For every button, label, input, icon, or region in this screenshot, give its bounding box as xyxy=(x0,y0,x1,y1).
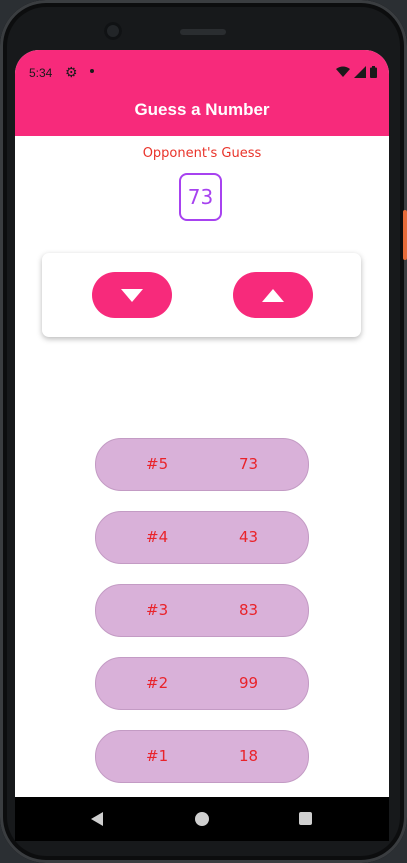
app-title: Guess a Number xyxy=(134,100,270,119)
guess-round-number: #4 xyxy=(146,528,169,546)
status-icons xyxy=(336,66,377,78)
guess-round-number: #1 xyxy=(146,747,169,765)
guess-log-item: #5 73 xyxy=(95,438,309,491)
guess-log-item: #1 18 xyxy=(95,730,309,783)
opponent-guess-value: 73 xyxy=(179,173,222,221)
guess-log-item: #3 83 xyxy=(95,584,309,637)
guess-log-item: #4 43 xyxy=(95,511,309,564)
guess-round-value: 73 xyxy=(239,455,259,473)
opponent-guess-label: Opponent's Guess xyxy=(142,146,262,161)
wifi-icon xyxy=(336,66,350,77)
hint-controls-card xyxy=(42,253,361,337)
lower-button[interactable] xyxy=(92,272,172,318)
guess-round-number: #3 xyxy=(146,601,169,619)
battery-icon xyxy=(370,66,377,78)
opponent-guess-number: 73 xyxy=(187,185,214,209)
triangle-down-icon xyxy=(121,288,143,302)
phone-frame: 5:34 ⚙ Guess a Number Opponent's Guess 7… xyxy=(0,0,407,863)
home-icon[interactable] xyxy=(195,812,209,826)
guess-round-value: 83 xyxy=(239,601,259,619)
system-nav-bar xyxy=(15,797,389,841)
back-icon[interactable] xyxy=(91,812,103,826)
triangle-up-icon xyxy=(262,288,284,302)
settings-gear-icon: ⚙ xyxy=(65,64,78,80)
guess-round-value: 18 xyxy=(239,747,259,765)
earpiece-speaker xyxy=(180,29,226,35)
app-bar: Guess a Number xyxy=(15,84,389,136)
guess-log-item: #2 99 xyxy=(95,657,309,710)
guess-round-value: 99 xyxy=(239,674,259,692)
cell-signal-icon xyxy=(354,66,366,78)
guess-round-number: #2 xyxy=(146,674,169,692)
recent-apps-icon[interactable] xyxy=(299,812,312,825)
app-screen: 5:34 ⚙ Guess a Number Opponent's Guess 7… xyxy=(15,50,389,830)
guess-log-list[interactable]: #5 73 #4 43 #3 83 #2 99 #1 18 xyxy=(95,438,309,803)
front-camera xyxy=(104,22,122,40)
guess-round-number: #5 xyxy=(146,455,169,473)
notification-dot-icon xyxy=(90,69,94,73)
guess-round-value: 43 xyxy=(239,528,259,546)
higher-button[interactable] xyxy=(233,272,313,318)
status-bar: 5:34 ⚙ xyxy=(15,50,389,84)
power-button[interactable] xyxy=(403,210,407,260)
status-time: 5:34 xyxy=(29,66,53,80)
